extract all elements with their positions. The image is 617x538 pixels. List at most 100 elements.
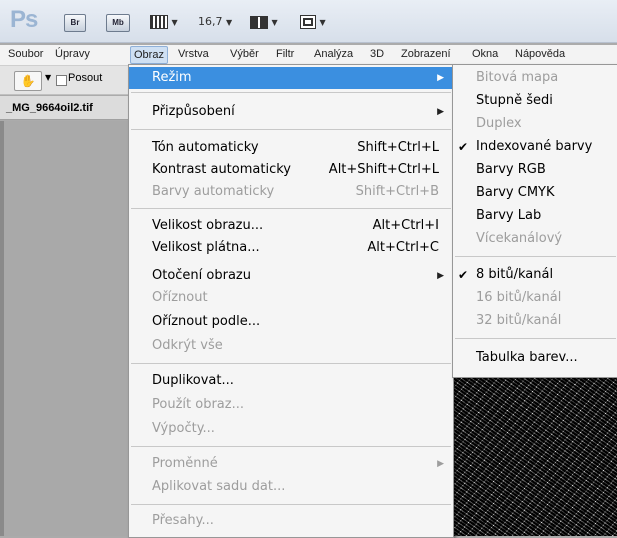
menu-item-barvy-automaticky[interactable]: Barvy automaticky Shift+Ctrl+B xyxy=(129,181,453,203)
photoshop-logo: Ps xyxy=(10,6,38,33)
submenu-item-32-bitu[interactable]: 32 bitů/kanál xyxy=(453,310,617,332)
image-preview-overlay xyxy=(452,354,617,536)
menu-item-label: Výpočty... xyxy=(152,421,215,436)
menu-item-label: Tabulka barev... xyxy=(476,350,578,365)
menu-item-label: Indexované barvy xyxy=(476,139,593,154)
scroll-all-windows-checkbox[interactable] xyxy=(56,75,67,86)
chevron-down-icon[interactable]: ▼ xyxy=(45,73,51,82)
submenu-item-16-bitu[interactable]: 16 bitů/kanál xyxy=(453,287,617,309)
chevron-down-icon: ▼ xyxy=(319,18,326,27)
menu-item-label: 32 bitů/kanál xyxy=(476,313,562,328)
menu-soubor[interactable]: Soubor xyxy=(8,48,43,60)
menu-item-label: Vícekanálový xyxy=(476,231,563,246)
menu-item-shortcut: Alt+Ctrl+C xyxy=(367,240,439,255)
arrange-dropdown[interactable]: ▼ xyxy=(250,14,278,30)
menu-item-shortcut: Shift+Ctrl+L xyxy=(357,140,439,155)
menu-item-label: Duplikovat... xyxy=(152,373,234,388)
menu-item-label: Tón automaticky xyxy=(152,140,259,155)
screen-mode-icon xyxy=(300,15,316,29)
menu-item-label: Proměnné xyxy=(152,456,218,471)
document-tab[interactable]: _MG_9664oil2.tif xyxy=(0,96,140,120)
document-canvas[interactable] xyxy=(0,121,135,536)
mode-submenu: Bitová mapa Stupně šedi Duplex ✔ Indexov… xyxy=(452,64,617,378)
menu-item-label: Přesahy... xyxy=(152,513,214,528)
menu-item-oriznout-podle[interactable]: Oříznout podle... xyxy=(129,311,453,333)
screen-mode-dropdown[interactable]: ▼ xyxy=(300,14,326,30)
mini-bridge-button[interactable]: Mb xyxy=(106,14,130,32)
menu-3d[interactable]: 3D xyxy=(370,48,384,60)
menu-item-label: Přizpůsobení xyxy=(152,104,235,119)
image-menu: Režim ▶ Přizpůsobení ▶ Tón automaticky S… xyxy=(128,64,454,538)
chevron-down-icon: ▼ xyxy=(171,18,178,27)
submenu-item-indexovane-barvy[interactable]: ✔ Indexované barvy xyxy=(453,136,617,158)
menu-item-rezim[interactable]: Režim ▶ xyxy=(129,67,453,89)
menu-napoveda[interactable]: Nápověda xyxy=(515,48,565,60)
menu-item-otoceni-obrazu[interactable]: Otočení obrazu ▶ xyxy=(129,265,453,287)
menu-item-label: Oříznout podle... xyxy=(152,314,261,329)
chevron-down-icon: ▼ xyxy=(226,18,233,27)
menu-item-shortcut: Shift+Ctrl+B xyxy=(355,184,439,199)
submenu-item-stupne-sedi[interactable]: Stupně šedi xyxy=(453,90,617,112)
menu-item-promenne[interactable]: Proměnné ▶ xyxy=(129,453,453,475)
menu-separator xyxy=(131,92,451,93)
zoom-value: 16,7 xyxy=(198,15,223,28)
submenu-arrow-icon: ▶ xyxy=(437,271,444,281)
menu-item-label: 8 bitů/kanál xyxy=(476,267,554,282)
submenu-item-bitova-mapa[interactable]: Bitová mapa xyxy=(453,67,617,89)
options-bar: ✋ ▼ Posout xyxy=(0,66,140,95)
menu-upravy[interactable]: Úpravy xyxy=(55,48,90,60)
menu-separator xyxy=(131,208,451,209)
menu-item-aplikovat-sadu-dat[interactable]: Aplikovat sadu dat... xyxy=(129,476,453,498)
menu-item-kontrast-automaticky[interactable]: Kontrast automaticky Alt+Shift+Ctrl+L xyxy=(129,159,453,181)
submenu-item-tabulka-barev[interactable]: Tabulka barev... xyxy=(453,347,617,369)
menu-separator xyxy=(131,363,451,364)
submenu-item-barvy-lab[interactable]: Barvy Lab xyxy=(453,205,617,227)
menu-item-label: Stupně šedi xyxy=(476,93,553,108)
menu-item-label: Velikost obrazu... xyxy=(152,218,264,233)
menu-obraz[interactable]: Obraz xyxy=(130,46,168,64)
menu-item-ton-automaticky[interactable]: Tón automaticky Shift+Ctrl+L xyxy=(129,137,453,159)
submenu-item-duplex[interactable]: Duplex xyxy=(453,113,617,135)
submenu-item-barvy-cmyk[interactable]: Barvy CMYK xyxy=(453,182,617,204)
hand-tool-preset-button[interactable]: ✋ xyxy=(14,71,42,91)
menu-separator xyxy=(455,256,616,257)
menu-okna[interactable]: Okna xyxy=(472,48,498,60)
zoom-dropdown[interactable]: 16,7 ▼ xyxy=(198,14,232,30)
chevron-down-icon: ▼ xyxy=(271,18,278,27)
menu-item-duplikovat[interactable]: Duplikovat... xyxy=(129,370,453,392)
menu-filtr[interactable]: Filtr xyxy=(276,48,294,60)
menu-zobrazeni[interactable]: Zobrazení xyxy=(401,48,451,60)
menu-item-label: Barvy CMYK xyxy=(476,185,555,200)
extras-dropdown[interactable]: ▼ xyxy=(150,14,178,30)
menu-item-label: Barvy automaticky xyxy=(152,184,275,199)
menu-item-odkryt-vse[interactable]: Odkrýt vše xyxy=(129,335,453,357)
submenu-item-8-bitu[interactable]: ✔ 8 bitů/kanál xyxy=(453,264,617,286)
menu-vrstva[interactable]: Vrstva xyxy=(178,48,209,60)
menu-item-velikost-obrazu[interactable]: Velikost obrazu... Alt+Ctrl+I xyxy=(129,215,453,237)
submenu-arrow-icon: ▶ xyxy=(437,459,444,469)
menu-separator xyxy=(131,446,451,447)
menu-item-prizpusobeni[interactable]: Přizpůsobení ▶ xyxy=(129,101,453,123)
menu-item-label: Otočení obrazu xyxy=(152,268,251,283)
menu-item-label: Režim xyxy=(152,70,192,85)
menu-item-oriznout[interactable]: Oříznout xyxy=(129,287,453,309)
menu-item-velikost-platna[interactable]: Velikost plátna... Alt+Ctrl+C xyxy=(129,237,453,259)
arrange-icon xyxy=(250,15,268,29)
submenu-item-barvy-rgb[interactable]: Barvy RGB xyxy=(453,159,617,181)
menu-item-pouzit-obraz[interactable]: Použít obraz... xyxy=(129,394,453,416)
menu-item-shortcut: Alt+Shift+Ctrl+L xyxy=(328,162,439,177)
menu-item-label: Aplikovat sadu dat... xyxy=(152,479,286,494)
menu-item-label: Bitová mapa xyxy=(476,70,559,85)
menu-bar: Soubor Úpravy Obraz Vrstva Výběr Filtr A… xyxy=(0,45,617,66)
menu-item-label: Duplex xyxy=(476,116,522,131)
hand-tool-icon: ✋ xyxy=(20,74,36,88)
menu-item-presahy[interactable]: Přesahy... xyxy=(129,510,453,532)
menu-analyza[interactable]: Analýza xyxy=(314,48,353,60)
menu-vyber[interactable]: Výběr xyxy=(230,48,259,60)
canvas-edge xyxy=(0,121,4,536)
submenu-item-vicekanalovy[interactable]: Vícekanálový xyxy=(453,228,617,250)
submenu-arrow-icon: ▶ xyxy=(437,107,444,117)
menu-item-label: Odkrýt vše xyxy=(152,338,223,353)
bridge-button[interactable]: Br xyxy=(64,14,86,32)
menu-item-vypocty[interactable]: Výpočty... xyxy=(129,418,453,440)
